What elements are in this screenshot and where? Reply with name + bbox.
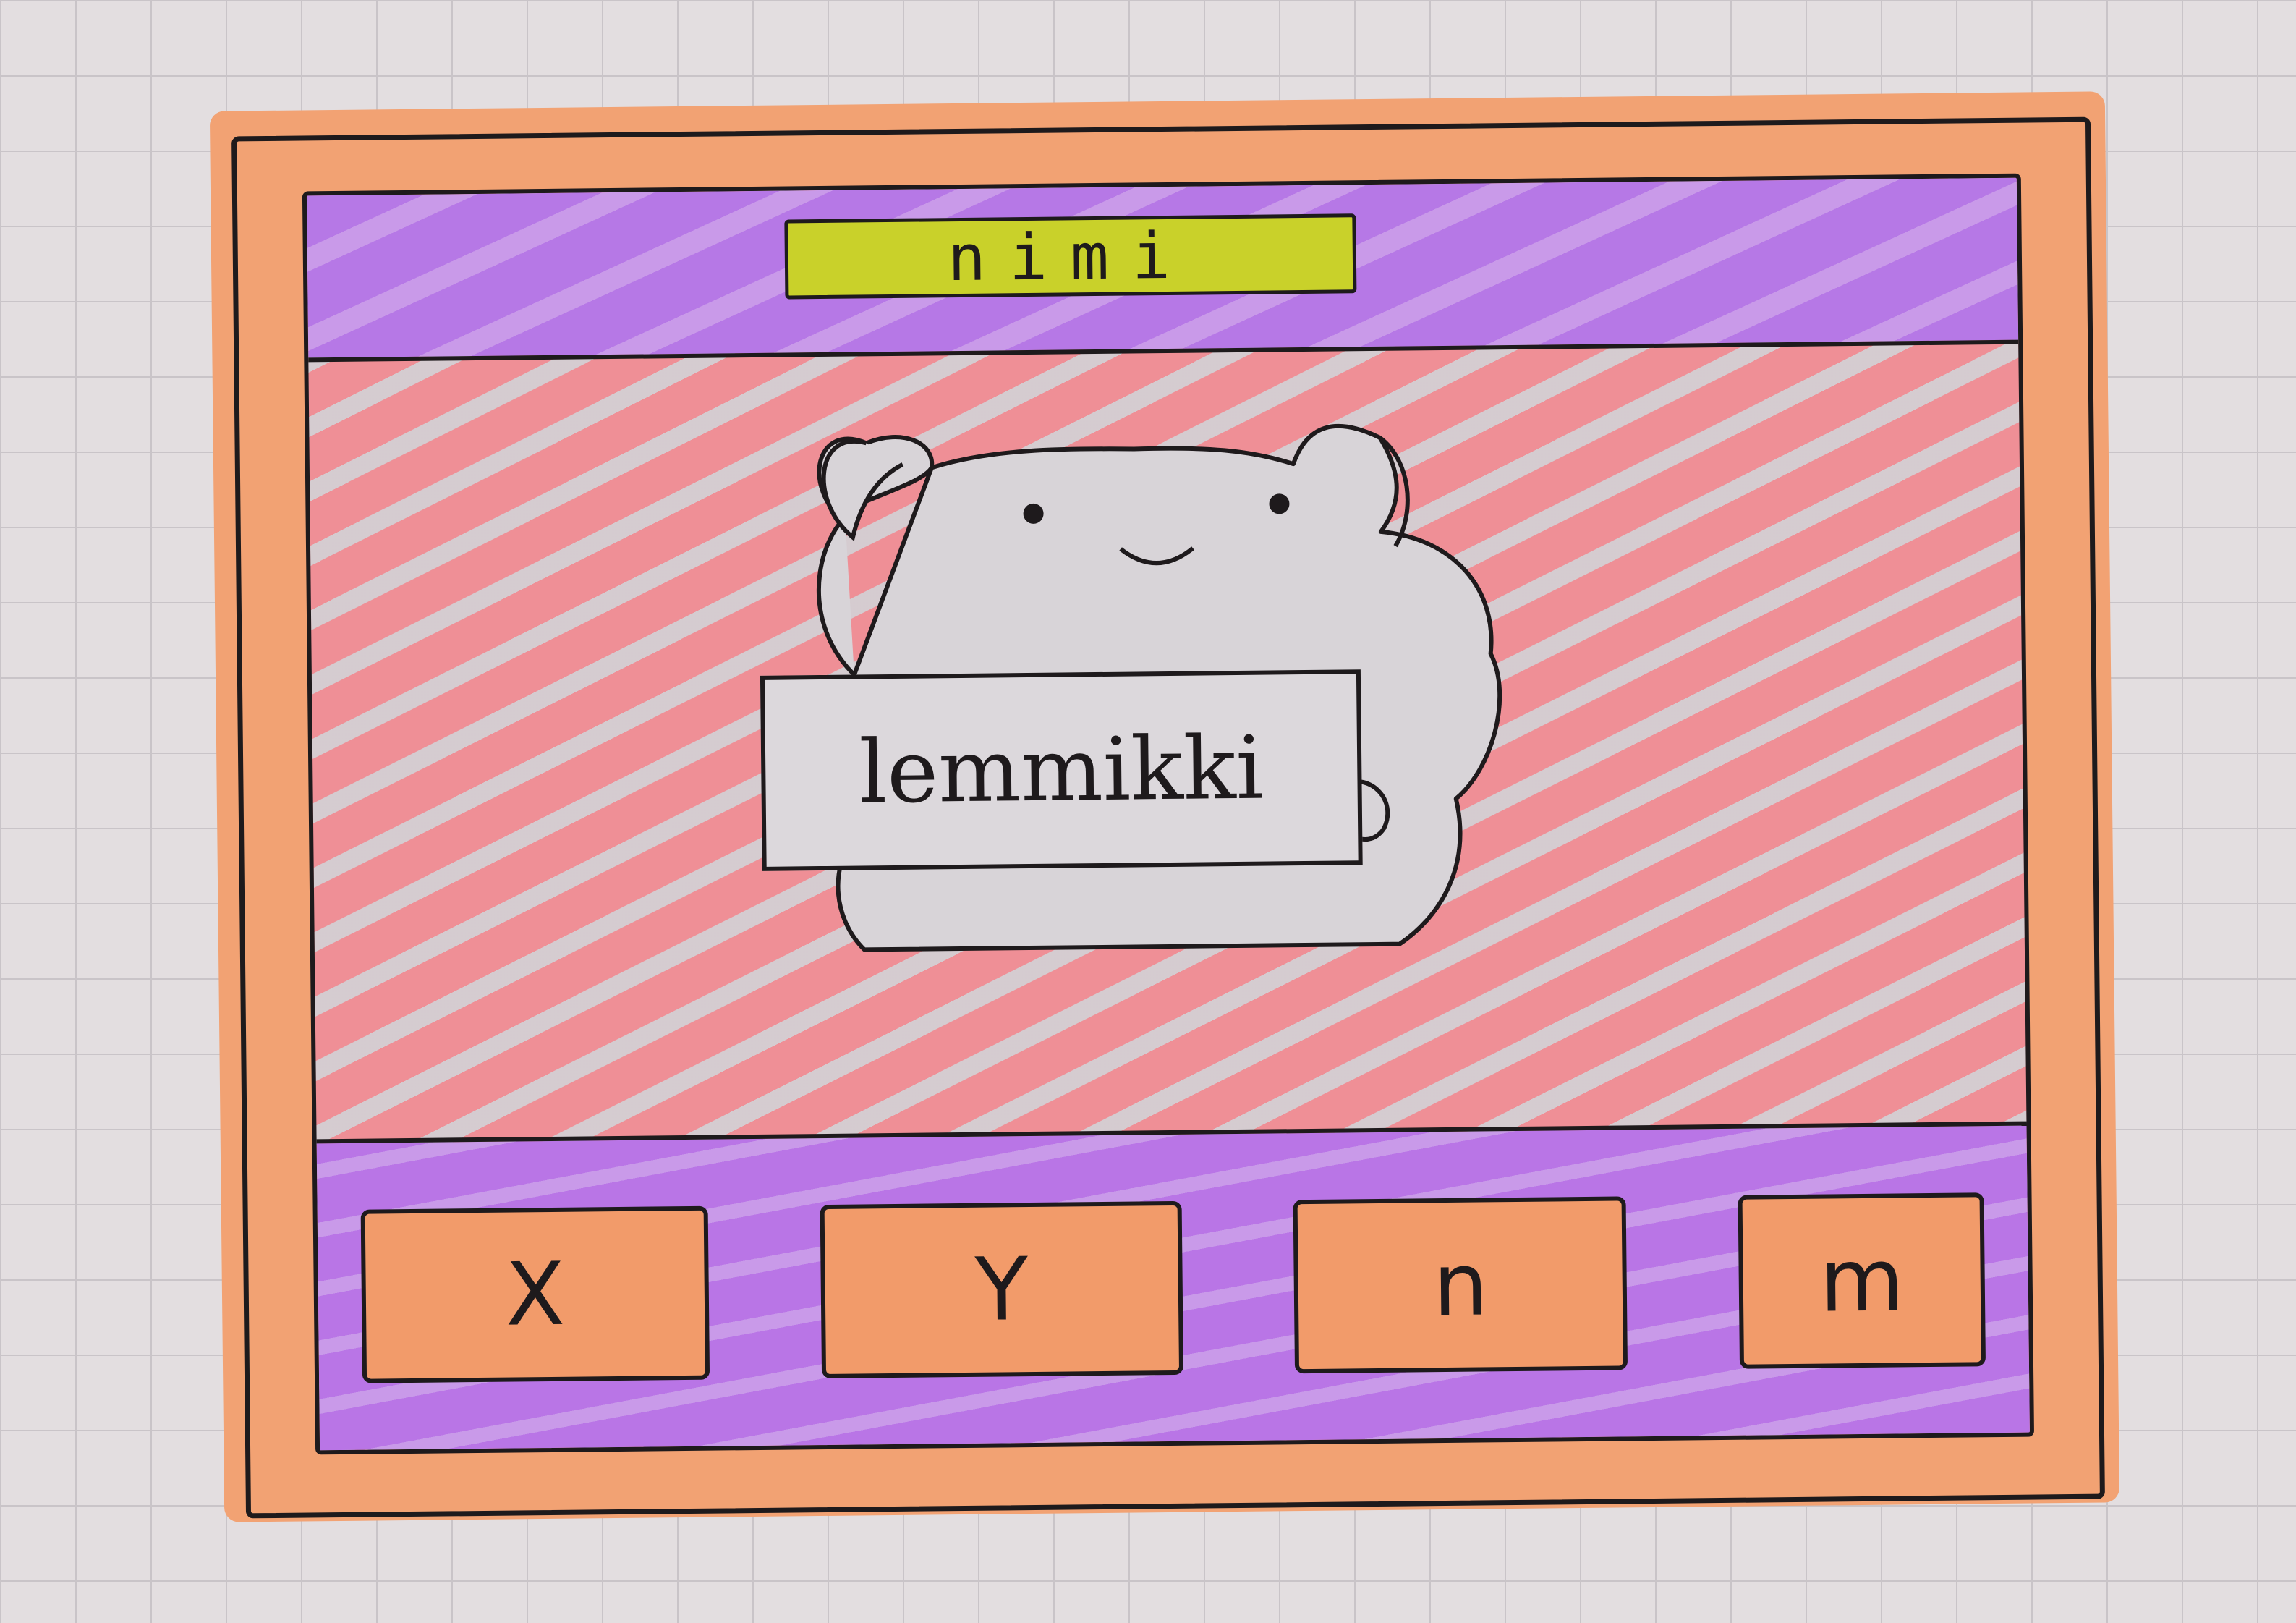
- pet-name-tab[interactable]: nimi: [784, 213, 1357, 300]
- app-screen: nimi lemmikki X Y n m: [302, 173, 2035, 1455]
- y-button[interactable]: Y: [820, 1200, 1183, 1379]
- device-frame: nimi lemmikki X Y n m: [231, 116, 2105, 1519]
- pet-stage: lemmikki: [308, 344, 2026, 1144]
- header-bar: nimi: [306, 177, 2019, 363]
- m-button[interactable]: m: [1738, 1192, 1986, 1369]
- n-button[interactable]: n: [1293, 1196, 1628, 1374]
- x-button[interactable]: X: [360, 1205, 710, 1383]
- button-bar: X Y n m: [316, 1121, 2030, 1451]
- pet-name-sign: lemmikki: [760, 669, 1363, 871]
